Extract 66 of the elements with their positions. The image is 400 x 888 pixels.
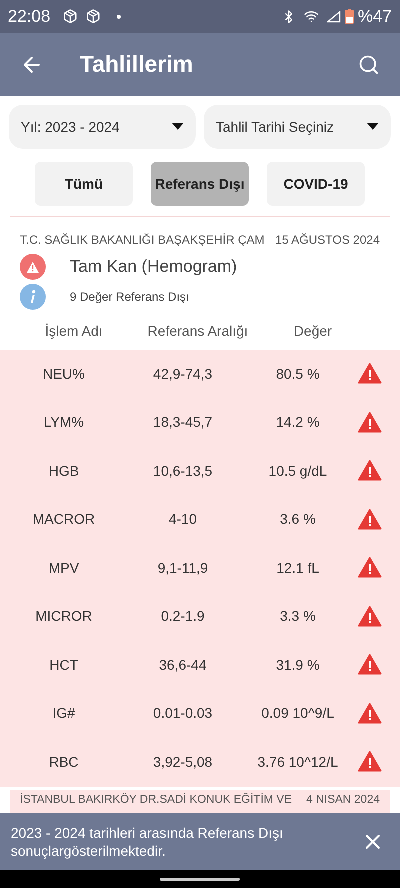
- table-cell-text: 3.76 10^12/L: [256, 752, 340, 772]
- table-cell-text: LYM%: [42, 413, 86, 432]
- table-cell-text: RBC: [48, 752, 80, 772]
- wifi-icon: [304, 9, 319, 24]
- warning-icon: [358, 362, 382, 386]
- table-cell-text: 0.09 10^9/L: [260, 704, 336, 724]
- dropdown-arrow-icon: [172, 123, 184, 131]
- alert-icon: [20, 254, 46, 280]
- table-cell-text: 10.5 g/dL: [268, 462, 328, 481]
- column-header: İşlem Adı: [44, 322, 104, 341]
- table-cell-text: MACROR: [32, 510, 96, 530]
- warning-icon: [358, 604, 382, 629]
- table-cell-text: 0.2-1.9: [160, 607, 206, 626]
- test-name: Tam Kan (Hemogram): [70, 256, 238, 278]
- table-cell-text: 3,92-5,08: [152, 752, 214, 772]
- warning-icon: [358, 410, 382, 435]
- table-cell-text: 80.5 %: [275, 364, 321, 384]
- table-cell-text: MPV: [48, 558, 80, 578]
- column-header: Referans Aralığı: [146, 322, 250, 341]
- table-cell-text: 12.1 fL: [276, 558, 320, 578]
- battery-icon: [344, 9, 354, 24]
- table-cell-text: 9,1-11,9: [156, 558, 210, 578]
- warning-icon: [358, 556, 382, 580]
- out-of-range-summary: 9 Değer Referans Dışı: [70, 289, 190, 306]
- table-cell-text: 4-10: [168, 510, 198, 530]
- filter-tab[interactable]: Tümü: [35, 162, 133, 206]
- report-date: 4 NISAN 2024: [306, 792, 380, 808]
- table-cell-text: 14.2 %: [275, 413, 321, 432]
- table-cell-text: 36,6-44: [158, 656, 208, 675]
- filter-dropdown[interactable]: Yıl: 2023 - 2024: [9, 105, 196, 149]
- dropdown-arrow-icon: [367, 123, 379, 131]
- table-cell-text: 3.6 %: [279, 510, 317, 530]
- home-indicator[interactable]: [160, 878, 240, 880]
- table-cell-text: 3.3 %: [279, 607, 317, 626]
- table-cell-text: MICROR: [34, 607, 94, 626]
- package-icon: [86, 9, 101, 24]
- screen-title: Tahlillerim: [80, 50, 194, 80]
- table-cell-text: 31.9 %: [275, 656, 321, 675]
- warning-icon: [358, 459, 382, 484]
- report-date: 15 AĞUSTOS 2024: [275, 232, 380, 249]
- hospital-name: T.C. SAĞLIK BAKANLIĞI BAŞAKŞEHİR ÇAM: [20, 232, 265, 249]
- search-icon: [358, 54, 380, 76]
- column-header: Değer: [292, 322, 334, 341]
- table-cell-text: 0.01-0.03: [152, 704, 214, 724]
- signal-icon: [326, 10, 341, 22]
- table-cell-text: 42,9-74,3: [152, 364, 214, 384]
- battery-level: %47: [358, 6, 392, 28]
- warning-icon: [358, 508, 382, 532]
- info-icon: [20, 284, 46, 310]
- table-cell-text: NEU%: [42, 364, 86, 384]
- table-cell-text: HCT: [48, 656, 80, 675]
- warning-icon: [358, 750, 382, 774]
- filter-tab[interactable]: COVID-19: [267, 162, 365, 206]
- table-cell-text: 18,3-45,7: [152, 413, 214, 432]
- filter-tab[interactable]: Referans Dışı: [151, 162, 249, 206]
- table-cell-text: HGB: [48, 462, 80, 481]
- hospital-name: İSTANBUL BAKIRKÖY DR.SADİ KONUK EĞİTİM VE: [20, 792, 292, 808]
- filter-dropdown[interactable]: Tahlil Tarihi Seçiniz: [204, 105, 391, 149]
- warning-icon: [358, 653, 382, 678]
- warning-icon: [358, 702, 382, 726]
- table-cell-text: 10,6-13,5: [152, 462, 214, 481]
- package-icon: [62, 9, 78, 24]
- snackbar-message: 2023 - 2024 tarihleri arasında Referans Dışı sonuçlargösterilmektedir.: [11, 824, 284, 860]
- search-button[interactable]: [358, 54, 380, 76]
- table-cell-text: IG#: [52, 704, 76, 724]
- status-time: 22:08: [8, 6, 51, 28]
